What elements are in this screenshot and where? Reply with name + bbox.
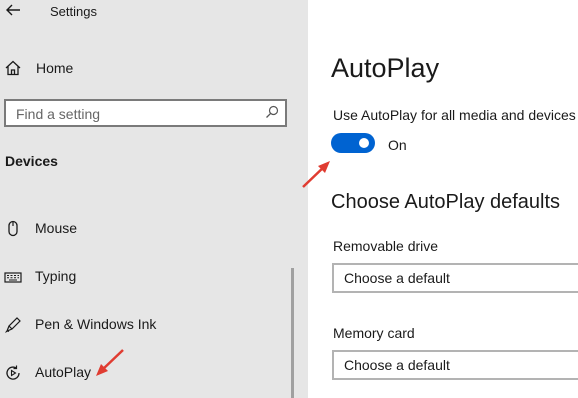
section-heading-devices: Devices [5,153,58,169]
back-arrow-icon[interactable] [4,1,22,19]
defaults-heading: Choose AutoPlay defaults [331,191,561,213]
sidebar-item-label: Typing [35,268,77,284]
removable-drive-label: Removable drive [333,238,439,254]
memory-card-label: Memory card [333,325,415,341]
mouse-icon [8,220,18,237]
pen-icon [5,317,21,333]
sidebar-item-label: Pen & Windows Ink [35,316,157,332]
nav-home-label: Home [36,60,74,76]
keyboard-icon [4,272,22,283]
search-icon[interactable] [265,105,279,119]
autoplay-setting-label: Use AutoPlay for all media and devices [333,107,576,123]
app-title: Settings [50,4,97,19]
nav-home[interactable]: Home [0,54,300,84]
annotation-arrow [302,161,330,188]
dropdown-value: Choose a default [344,357,450,373]
sidebar-item-typing[interactable]: Typing [0,262,290,292]
removable-drive-dropdown[interactable]: Choose a default [332,263,578,293]
sidebar-item-pen-windows-ink[interactable]: Pen & Windows Ink [0,310,290,340]
page-title: AutoPlay [331,53,440,83]
sidebar-item-mouse[interactable]: Mouse [0,214,290,244]
search-box[interactable] [4,99,287,127]
toggle-knob [359,138,369,148]
sidebar-item-autoplay[interactable]: AutoPlay [0,358,290,388]
memory-card-dropdown[interactable]: Choose a default [332,350,578,380]
dropdown-value: Choose a default [344,270,450,286]
sidebar-scrollbar[interactable] [291,268,294,398]
home-icon [5,60,21,76]
sidebar-item-label: Mouse [35,220,78,236]
sidebar-item-label: AutoPlay [35,364,92,380]
autoplay-toggle[interactable] [331,133,375,153]
search-input[interactable] [14,104,258,124]
sidebar: Settings Home Devices Mouse Typing [0,0,308,398]
autoplay-icon [6,365,20,380]
toggle-state-label: On [388,137,407,153]
annotation-arrow [96,349,124,376]
